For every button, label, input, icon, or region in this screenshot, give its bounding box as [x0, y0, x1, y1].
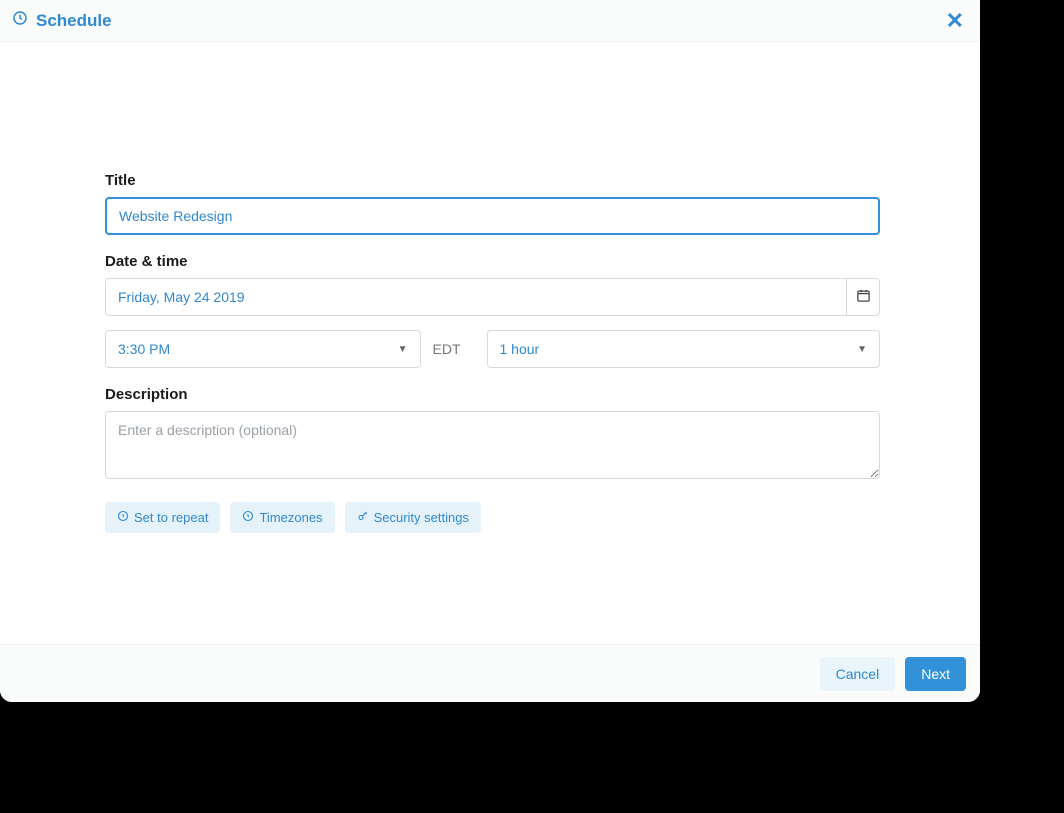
key-icon [357, 510, 369, 525]
caret-down-icon: ▼ [398, 344, 408, 355]
set-to-repeat-button[interactable]: Set to repeat [105, 502, 220, 533]
close-button[interactable]: ✕ [946, 10, 964, 32]
dialog-body: Title Date & time [0, 42, 980, 644]
clock-icon [117, 510, 129, 525]
title-input[interactable] [105, 197, 880, 235]
timezone-label: EDT [421, 341, 473, 357]
timezones-button[interactable]: Timezones [230, 502, 334, 533]
time-row: 3:30 PM ▼ EDT 1 hour ▼ [105, 330, 880, 368]
timezones-label: Timezones [259, 510, 322, 525]
duration-select[interactable]: 1 hour ▼ [487, 330, 881, 368]
header-title-group: Schedule [12, 10, 112, 31]
security-label: Security settings [374, 510, 469, 525]
repeat-label: Set to repeat [134, 510, 208, 525]
duration-value: 1 hour [500, 341, 540, 357]
cancel-button[interactable]: Cancel [820, 657, 896, 691]
clock-icon [12, 10, 28, 31]
time-left-group: 3:30 PM ▼ EDT [105, 330, 473, 368]
calendar-icon [856, 288, 871, 306]
caret-down-icon: ▼ [857, 344, 867, 355]
description-label: Description [105, 386, 880, 403]
close-icon: ✕ [946, 8, 964, 33]
time-value: 3:30 PM [118, 341, 170, 357]
security-settings-button[interactable]: Security settings [345, 502, 481, 533]
datetime-field: Date & time 3:30 PM ▼ [105, 253, 880, 368]
description-textarea[interactable] [105, 411, 880, 479]
next-button[interactable]: Next [905, 657, 966, 691]
date-picker-button[interactable] [846, 278, 880, 316]
datetime-label: Date & time [105, 253, 880, 270]
date-input[interactable] [105, 278, 846, 316]
schedule-dialog: Schedule ✕ Title Date & time [0, 0, 980, 702]
dialog-footer: Cancel Next [0, 644, 980, 702]
options-row: Set to repeat Timezones Security setting… [105, 502, 880, 533]
time-select[interactable]: 3:30 PM ▼ [105, 330, 421, 368]
title-field: Title [105, 172, 880, 235]
dialog-title: Schedule [36, 11, 112, 31]
dialog-header: Schedule ✕ [0, 0, 980, 42]
title-label: Title [105, 172, 880, 189]
clock-icon [242, 510, 254, 525]
date-row [105, 278, 880, 316]
description-field: Description [105, 386, 880, 484]
